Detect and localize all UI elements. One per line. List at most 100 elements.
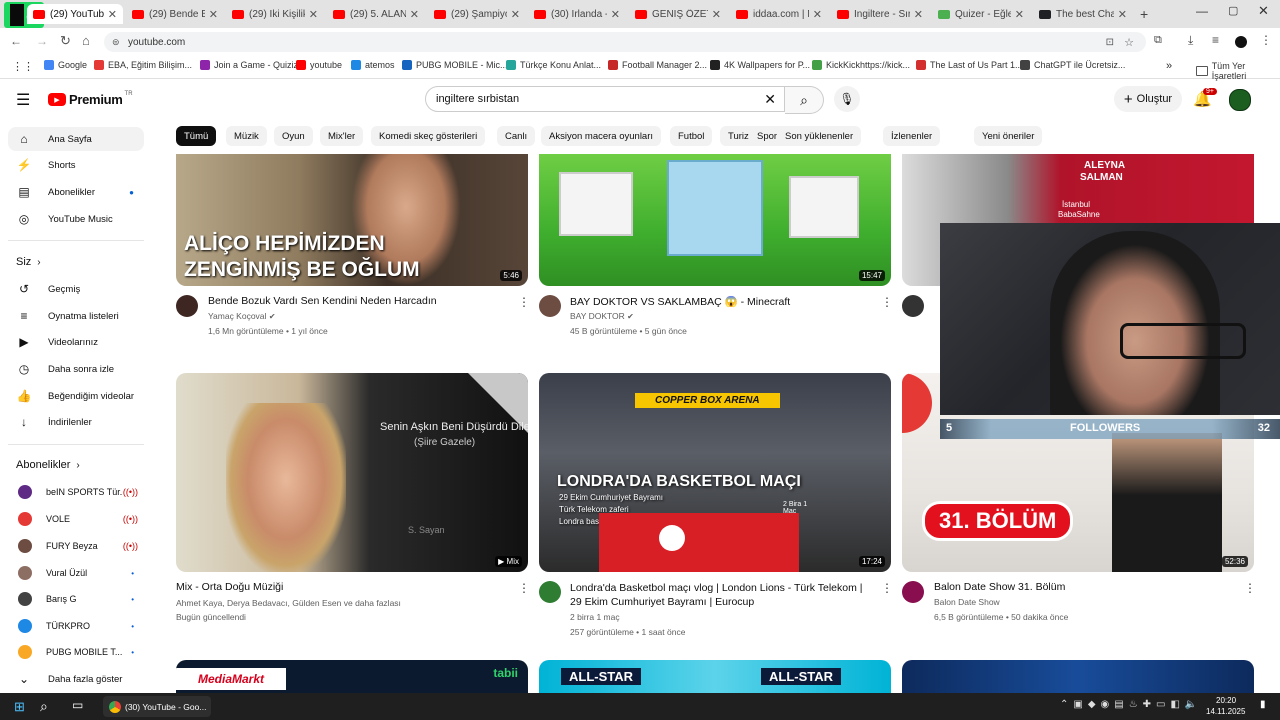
minimize-button[interactable]: — <box>1196 4 1208 18</box>
browser-tab[interactable]: (29) İki Kişilik ✕ <box>226 4 324 24</box>
bookmark-item[interactable]: The Last of Us Part 1... <box>916 60 1023 70</box>
voice-search-button[interactable]: 🎙 <box>834 86 860 112</box>
bookmark-item[interactable]: EBA, Eğitim Bilişim... <box>94 60 192 70</box>
subscription-item[interactable]: beIN SPORTS Tür... ((•)) <box>8 481 144 503</box>
sidebar-item[interactable]: 👍 Beğendiğim videolar <box>8 384 144 408</box>
bookmark-item[interactable]: Football Manager 2... <box>608 60 707 70</box>
new-tab-button[interactable]: + <box>1140 6 1148 22</box>
browser-menu-icon[interactable]: ⋮ <box>1260 33 1272 47</box>
bookmark-item[interactable]: 4K Wallpapers for P... <box>710 60 810 70</box>
video-menu-icon[interactable]: ⋮ <box>518 581 530 595</box>
youtube-logo[interactable]: ▶ Premium TR <box>48 91 133 107</box>
filter-chip[interactable]: Mix'ler <box>320 126 364 146</box>
apps-grid-icon[interactable]: ⋮⋮ <box>12 60 34 73</box>
hamburger-menu-icon[interactable]: ☰ <box>16 90 30 110</box>
sidebar-subscriptions-header[interactable]: Abonelikler › <box>16 459 80 471</box>
bookmark-item[interactable]: atemos <box>351 60 395 70</box>
browser-tab[interactable]: (29) 5. ALAN ✕ <box>327 4 425 24</box>
tab-close-icon[interactable]: ✕ <box>914 8 923 21</box>
sidebar-item[interactable]: ◎ YouTube Music <box>8 207 144 231</box>
home-icon[interactable]: ⌂ <box>82 33 90 48</box>
video-title[interactable]: Mix - Orta Doğu Müziği <box>176 581 506 593</box>
filter-chip[interactable]: Müzik <box>226 126 267 146</box>
sidebar-item[interactable]: ↺ Geçmiş <box>8 277 144 301</box>
tab-close-icon[interactable]: ✕ <box>611 8 620 21</box>
video-title[interactable]: Bende Bozuk Vardı Sen Kendini Neden Harc… <box>208 295 508 307</box>
video-menu-icon[interactable]: ⋮ <box>881 581 893 595</box>
install-app-icon[interactable]: ⊡ <box>1106 37 1114 48</box>
browser-tab[interactable]: İngiltere - Sırb ✕ <box>831 4 929 24</box>
video-thumbnail-8[interactable]: ALL-STAR ALL-STAR <box>539 660 891 693</box>
bookmark-item[interactable]: ChatGPT ile Ücretsiz... <box>1020 60 1125 70</box>
taskbar-chrome-window[interactable]: (30) YouTube - Goo... <box>103 696 211 717</box>
filter-chip[interactable]: İzlenenler <box>883 126 941 146</box>
clear-search-icon[interactable]: ✕ <box>764 91 776 108</box>
channel-avatar[interactable] <box>902 581 924 603</box>
tab-close-icon[interactable]: ✕ <box>813 8 822 21</box>
filter-chip[interactable]: Komedi skeç gösterileri <box>371 126 486 146</box>
video-thumbnail-1[interactable]: ALİÇO HEPİMİZDEN ZENGİNMİŞ BE OĞLUM 5:46 <box>176 154 528 286</box>
channel-avatar[interactable] <box>539 295 561 317</box>
video-title[interactable]: Londra'da Basketbol maçı vlog | London L… <box>570 581 875 609</box>
media-control-icon[interactable]: ≡ <box>1212 33 1219 47</box>
back-icon[interactable]: ← <box>10 34 22 48</box>
sidebar-item[interactable]: ▶ Videolarınız <box>8 330 144 354</box>
bookmark-item[interactable]: KickKickhttps://kick... <box>812 60 910 70</box>
video-thumbnail-2[interactable]: 15:47 <box>539 154 891 286</box>
subscription-item[interactable]: TÜRKPRO • <box>8 615 144 637</box>
tray-icons[interactable]: ⌃▣◆◉▤♨✚▭◧🔈 <box>1060 699 1202 710</box>
notifications-button[interactable]: 🔔 9+ <box>1193 88 1217 108</box>
filter-chip[interactable]: Canlı <box>497 126 536 146</box>
task-view-icon[interactable]: ▭ <box>72 698 83 712</box>
channel-name[interactable]: BAY DOKTOR ✔ <box>570 311 634 321</box>
tab-close-icon[interactable]: ✕ <box>1015 8 1024 21</box>
sidebar-you-header[interactable]: Siz › <box>16 256 41 268</box>
bookmark-item[interactable]: Google <box>44 60 87 70</box>
video-title[interactable]: BAY DOKTOR VS SAKLAMBAÇ 😱 - Minecraft <box>570 295 870 308</box>
browser-tab[interactable]: (29) Bende Bozuk ✕ <box>126 4 224 24</box>
tab-close-icon[interactable]: ✕ <box>712 8 721 21</box>
tab-close-icon[interactable]: ✕ <box>410 8 419 21</box>
tab-close-icon[interactable]: ✕ <box>108 8 117 21</box>
browser-tab[interactable]: The best Chatb ✕ <box>1033 4 1133 24</box>
filter-chip[interactable]: Tümü <box>176 126 217 146</box>
bookmark-item[interactable]: youtube <box>296 60 342 70</box>
bookmark-star-icon[interactable]: ☆ <box>1124 36 1134 49</box>
search-input[interactable]: ingiltere sırbistan ✕ <box>425 86 785 112</box>
create-button[interactable]: + Oluştur <box>1114 86 1182 112</box>
site-info-icon[interactable]: ⊜ <box>112 37 120 48</box>
subscription-item[interactable]: PUBG MOBILE T... • <box>8 641 144 663</box>
browser-tab[interactable]: (30) İrlanda - ✕ <box>528 4 626 24</box>
reload-icon[interactable]: ↻ <box>60 33 71 49</box>
filter-chip[interactable]: Yeni öneriler <box>974 126 1043 146</box>
sidebar-item[interactable]: ⚡ Shorts <box>8 153 144 177</box>
download-icon[interactable]: ⤓ <box>1188 33 1193 48</box>
show-more-button[interactable]: ⌄ Daha fazla göster <box>8 667 144 691</box>
bookmark-item[interactable]: Türkçe Konu Anlat... <box>506 60 601 70</box>
clock-time[interactable]: 20:20 <box>1216 696 1236 705</box>
profile-avatar[interactable] <box>1235 36 1247 48</box>
subscription-item[interactable]: VOLE ((•)) <box>8 508 144 530</box>
tab-close-icon[interactable]: ✕ <box>309 8 318 21</box>
maximize-button[interactable]: ▢ <box>1228 4 1238 17</box>
filter-chip[interactable]: Son yüklenenler <box>777 126 862 146</box>
tab-close-icon[interactable]: ✕ <box>209 8 218 21</box>
video-thumbnail-4[interactable]: Senin Aşkın Beni Düşürdü Dile (Şiire Gaz… <box>176 373 528 572</box>
account-avatar[interactable] <box>1229 89 1251 111</box>
all-bookmarks-link[interactable]: Tüm Yer İşaretleri <box>1196 61 1280 81</box>
channel-name[interactable]: Yamaç Koçoval ✔ <box>208 311 276 321</box>
filter-chip[interactable]: Futbol <box>670 126 713 146</box>
video-menu-icon[interactable]: ⋮ <box>518 295 530 309</box>
channel-name[interactable]: Ahmet Kaya, Derya Bedavacı, Gülden Esen … <box>176 598 506 608</box>
close-window-button[interactable]: ✕ <box>1258 3 1269 19</box>
search-icon[interactable]: ⌕ <box>40 698 48 715</box>
subscription-item[interactable]: Barış G • <box>8 588 144 610</box>
sidebar-item[interactable]: ▤ Abonelikler ● <box>8 180 144 204</box>
bookmarks-overflow[interactable]: » <box>1166 60 1172 72</box>
filter-chip[interactable]: Aksiyon macera oyunları <box>541 126 662 146</box>
browser-tab[interactable]: (29) YouTube ✕ <box>27 4 123 24</box>
tab-close-icon[interactable]: ✕ <box>511 8 520 21</box>
subscription-item[interactable]: FURY Beyza ((•)) <box>8 535 144 557</box>
video-menu-icon[interactable]: ⋮ <box>881 295 893 309</box>
video-thumbnail-9[interactable] <box>902 660 1254 693</box>
